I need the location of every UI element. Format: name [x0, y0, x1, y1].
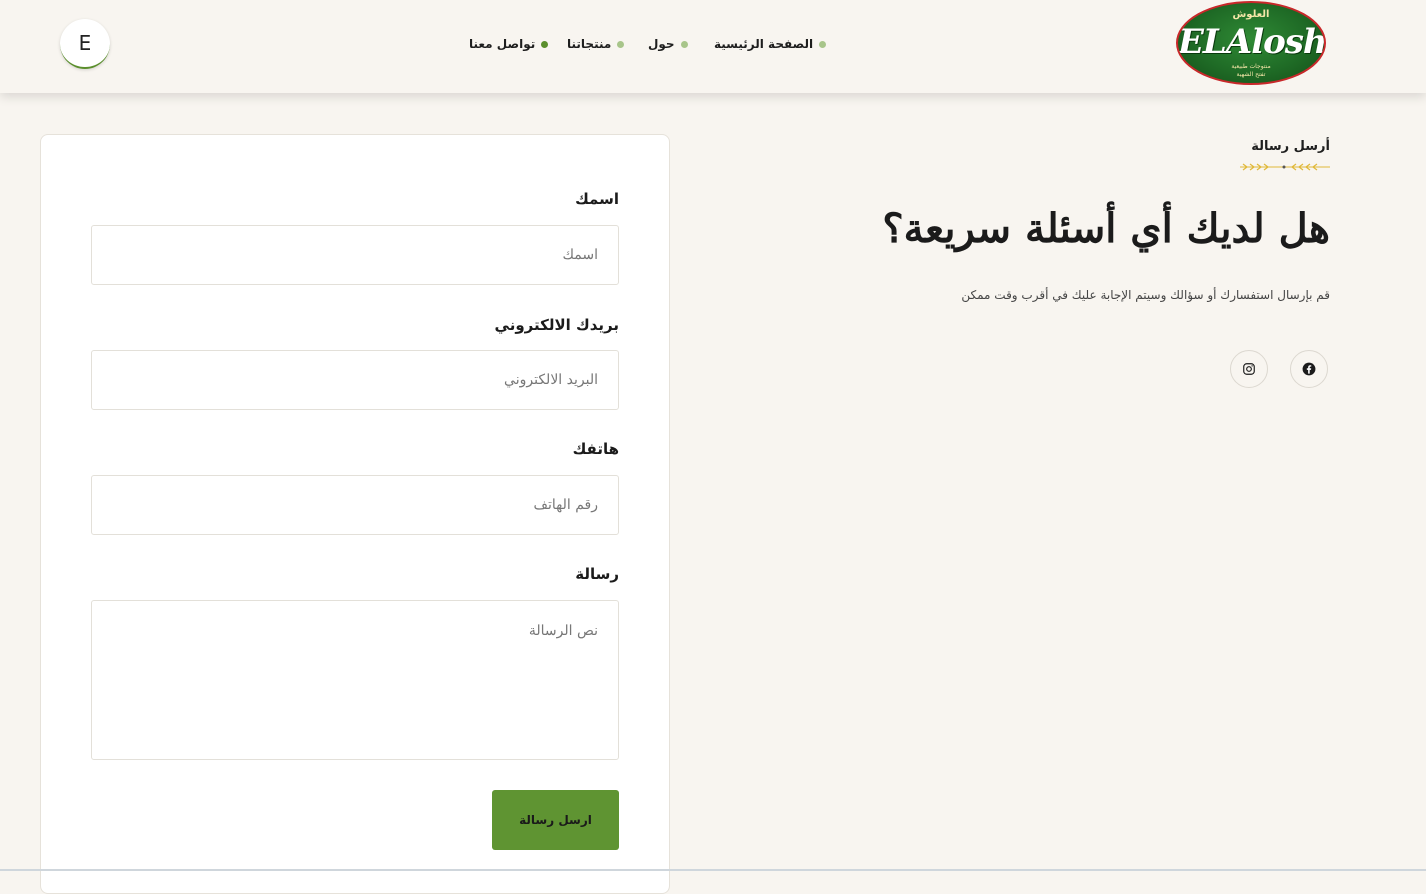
- nav-item-label: الصفحة الرئيسية: [714, 37, 814, 51]
- page-title: هل لديك أي أسئلة سريعة؟: [882, 205, 1330, 252]
- nav-item-contact[interactable]: تواصل معنا: [469, 37, 549, 51]
- user-avatar[interactable]: E: [60, 19, 110, 69]
- name-label: اسمك: [575, 190, 619, 208]
- nav-item-home[interactable]: الصفحة الرئيسية: [714, 37, 827, 51]
- nav-item-label: حول: [648, 37, 675, 51]
- nav-bullet-icon: [541, 40, 549, 48]
- facebook-icon: [1302, 362, 1316, 376]
- phone-label: هاتفك: [572, 440, 619, 458]
- wheat-divider-icon: [1240, 163, 1330, 171]
- send-message-button[interactable]: ارسل رسالة: [492, 790, 619, 850]
- instagram-link[interactable]: [1230, 350, 1268, 388]
- logo-wordmark: ELAlosh: [1178, 22, 1326, 62]
- nav-item-label: تواصل معنا: [469, 37, 536, 51]
- message-label: رسالة: [575, 565, 619, 583]
- facebook-link[interactable]: [1290, 350, 1328, 388]
- email-input[interactable]: [91, 350, 619, 410]
- nav-item-products[interactable]: منتجاتنا: [567, 37, 625, 51]
- nav-bullet-icon: [819, 40, 827, 48]
- brand-logo[interactable]: العلوش ELAlosh منتوجات طبيعية تفتح الشهي…: [1176, 1, 1326, 85]
- instagram-icon: [1243, 363, 1255, 375]
- logo-arabic-name: العلوش: [1232, 9, 1270, 20]
- email-label: بريدك الالكتروني: [494, 316, 619, 334]
- logo-tagline-2: تفتح الشهية: [1236, 71, 1266, 78]
- nav-bullet-icon: [617, 40, 625, 48]
- site-header: العلوش ELAlosh منتوجات طبيعية تفتح الشهي…: [0, 0, 1426, 93]
- nav-bullet-icon: [680, 40, 688, 48]
- page-subtitle: قم بإرسال استفسارك أو سؤالك وسيتم الإجاب…: [961, 288, 1330, 302]
- logo-tagline: منتوجات طبيعية: [1231, 63, 1271, 70]
- message-textarea[interactable]: [91, 600, 619, 760]
- nav-item-label: منتجاتنا: [567, 37, 612, 51]
- contact-form: اسمك بريدك الالكتروني هاتفك رسالة ارسل ر…: [40, 134, 670, 894]
- nav-item-about[interactable]: حول: [648, 37, 688, 51]
- phone-input[interactable]: [91, 475, 619, 535]
- section-eyebrow: أرسل رسالة: [1251, 139, 1330, 154]
- name-input[interactable]: [91, 225, 619, 285]
